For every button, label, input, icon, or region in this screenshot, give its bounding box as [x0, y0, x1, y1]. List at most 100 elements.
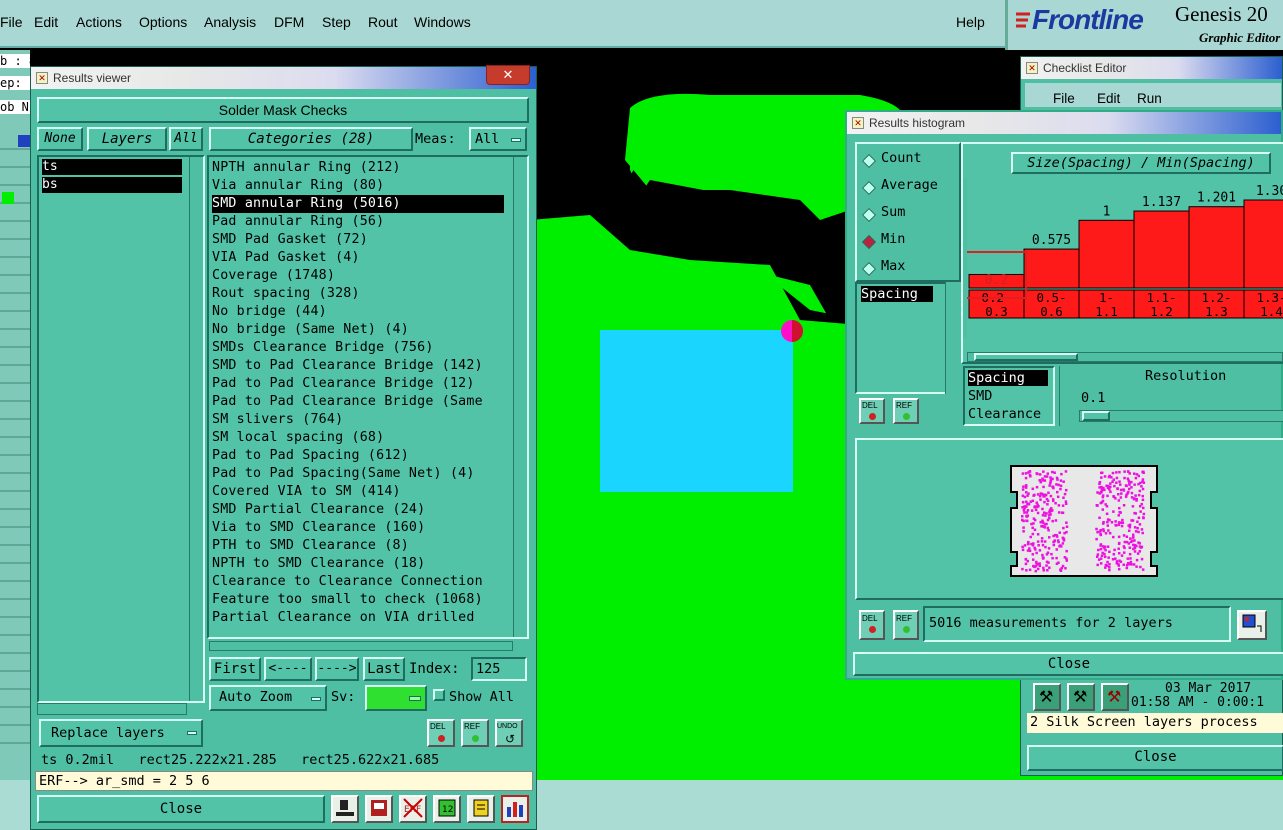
category-item[interactable]: NPTH annular Ring (212)	[212, 159, 504, 177]
measure-list[interactable]: Spacing	[855, 282, 953, 394]
layer-list-strip[interactable]	[0, 132, 30, 752]
category-item[interactable]: SMD Pad Gasket (72)	[212, 231, 504, 249]
count-radio[interactable]	[861, 153, 877, 169]
type-item[interactable]: Spacing	[968, 370, 1048, 386]
type-item[interactable]: Clearance	[968, 406, 1041, 422]
erf-disabled-icon[interactable]: ERF	[399, 795, 427, 823]
menu-windows[interactable]: Windows	[414, 14, 471, 30]
layer-report-icon[interactable]	[365, 795, 393, 823]
checklist-editor-titlebar[interactable]: ✕ Checklist Editor	[1021, 57, 1282, 79]
menu-help[interactable]: Help	[956, 14, 985, 30]
chart-hscroll[interactable]	[967, 352, 1283, 362]
results-close-button[interactable]: Close	[37, 795, 325, 823]
resolution-slider[interactable]	[1079, 410, 1283, 422]
zoom-to-fit-icon[interactable]	[1237, 610, 1267, 640]
show-all-checkbox[interactable]	[433, 689, 445, 701]
menu-file[interactable]: File	[0, 14, 23, 30]
min-radio[interactable]	[861, 234, 877, 250]
resolution-slider-thumb[interactable]	[1082, 411, 1110, 421]
menu-actions[interactable]: Actions	[76, 14, 122, 30]
histogram-bar[interactable]	[1023, 248, 1080, 289]
category-item[interactable]: SM slivers (764)	[212, 411, 504, 429]
undo-button[interactable]: UNDO ↺	[495, 719, 523, 747]
results-viewer-titlebar[interactable]: ✕ Results viewer	[31, 67, 536, 89]
histogram-close-button[interactable]: Close	[853, 652, 1283, 676]
category-item[interactable]: No bridge (44)	[212, 303, 504, 321]
del-button[interactable]: DEL	[427, 719, 455, 747]
category-item[interactable]: Feature too small to check (1068)	[212, 591, 504, 609]
layer-list-scrollbar[interactable]	[189, 157, 203, 701]
category-item[interactable]: Coverage (1748)	[212, 267, 504, 285]
chart-hscroll-thumb[interactable]	[974, 353, 1078, 361]
preview-del-button[interactable]: DEL	[859, 610, 885, 640]
measure-scrollbar[interactable]	[945, 282, 957, 394]
category-item[interactable]: Rout spacing (328)	[212, 285, 504, 303]
type-item[interactable]: SMD	[968, 388, 992, 404]
category-item[interactable]: Clearance to Clearance Connection	[212, 573, 504, 591]
index-input[interactable]: 125	[471, 657, 527, 681]
category-item[interactable]: Pad annular Ring (56)	[212, 213, 504, 231]
hist-ref-button[interactable]: REF	[893, 398, 919, 424]
category-item[interactable]: Covered VIA to SM (414)	[212, 483, 504, 501]
chart-vscroll[interactable]	[963, 178, 967, 338]
categories-hscroll[interactable]	[209, 641, 513, 651]
next-button[interactable]: ---->	[315, 657, 359, 681]
menu-options[interactable]: Options	[139, 14, 187, 30]
categories-scrollbar[interactable]	[513, 157, 527, 637]
prev-button[interactable]: <----	[264, 657, 312, 681]
category-item[interactable]: NPTH to SMD Clearance (18)	[212, 555, 504, 573]
none-button[interactable]: None	[37, 127, 83, 151]
histogram-titlebar[interactable]: ✕ Results histogram	[847, 112, 1281, 134]
notes-icon[interactable]	[467, 795, 495, 823]
run-check-icon[interactable]: ⚒	[1033, 683, 1061, 711]
close-icon[interactable]: ✕	[486, 65, 530, 85]
histogram-icon[interactable]	[501, 795, 529, 823]
layers-button[interactable]: Layers	[87, 127, 167, 151]
category-item[interactable]: SMDs Clearance Bridge (756)	[212, 339, 504, 357]
categories-button[interactable]: Categories (28)	[209, 127, 413, 151]
sum-radio[interactable]	[861, 207, 877, 223]
category-item[interactable]: SMD to Pad Clearance Bridge (142)	[212, 357, 504, 375]
histogram-bar[interactable]	[1133, 210, 1190, 289]
max-radio[interactable]	[861, 261, 877, 277]
category-item[interactable]: Pad to Pad Spacing (612)	[212, 447, 504, 465]
category-item[interactable]: Pad to Pad Clearance Bridge (Same	[212, 393, 504, 411]
first-button[interactable]: First	[209, 657, 261, 681]
hist-del-button[interactable]: DEL	[859, 398, 885, 424]
last-button[interactable]: Last	[363, 657, 405, 681]
measure-item[interactable]: Spacing	[861, 286, 933, 302]
category-item[interactable]: SMD Partial Clearance (24)	[212, 501, 504, 519]
category-item[interactable]: No bridge (Same Net) (4)	[212, 321, 504, 339]
run-check-icon-3[interactable]: ⚒	[1101, 683, 1129, 711]
layer-list[interactable]: ts bs	[37, 155, 205, 703]
layer-item[interactable]: ts	[42, 159, 182, 175]
menu-dfm[interactable]: DFM	[274, 14, 304, 30]
menu-rout[interactable]: Rout	[368, 14, 398, 30]
checklist-menu-file[interactable]: File	[1053, 91, 1075, 106]
category-item[interactable]: VIA Pad Gasket (4)	[212, 249, 504, 267]
checklist-close-button[interactable]: Close	[1027, 745, 1283, 771]
categories-list[interactable]: NPTH annular Ring (212) Via annular Ring …	[207, 155, 529, 639]
type-list[interactable]: Spacing SMD Clearance	[963, 366, 1055, 426]
run-check-icon-2[interactable]: ⚒	[1067, 683, 1095, 711]
preview-ref-button[interactable]: REF	[893, 610, 919, 640]
layer-list-hscroll[interactable]	[37, 703, 187, 715]
checklist-menu-run[interactable]: Run	[1137, 91, 1162, 106]
ref-button[interactable]: REF	[461, 719, 489, 747]
auto-zoom-dropdown[interactable]: Auto Zoom	[209, 685, 327, 711]
replace-layers-dropdown[interactable]: Replace layers	[39, 719, 203, 747]
checklist-menu-edit[interactable]: Edit	[1097, 91, 1120, 106]
sv-color-dropdown[interactable]	[365, 685, 427, 711]
all-button[interactable]: All	[169, 127, 203, 151]
category-item[interactable]: Via to SMD Clearance (160)	[212, 519, 504, 537]
histogram-bar[interactable]	[1188, 206, 1245, 289]
category-item[interactable]: SM local spacing (68)	[212, 429, 504, 447]
menu-step[interactable]: Step	[322, 14, 351, 30]
category-item[interactable]: Pad to Pad Spacing(Same Net) (4)	[212, 465, 504, 483]
category-item[interactable]: PTH to SMD Clearance (8)	[212, 537, 504, 555]
category-item[interactable]: Partial Clearance on VIA drilled	[212, 609, 504, 627]
menu-analysis[interactable]: Analysis	[204, 14, 256, 30]
average-radio[interactable]	[861, 180, 877, 196]
layer-item[interactable]: bs	[42, 177, 182, 193]
histogram-bar[interactable]	[1243, 199, 1283, 289]
